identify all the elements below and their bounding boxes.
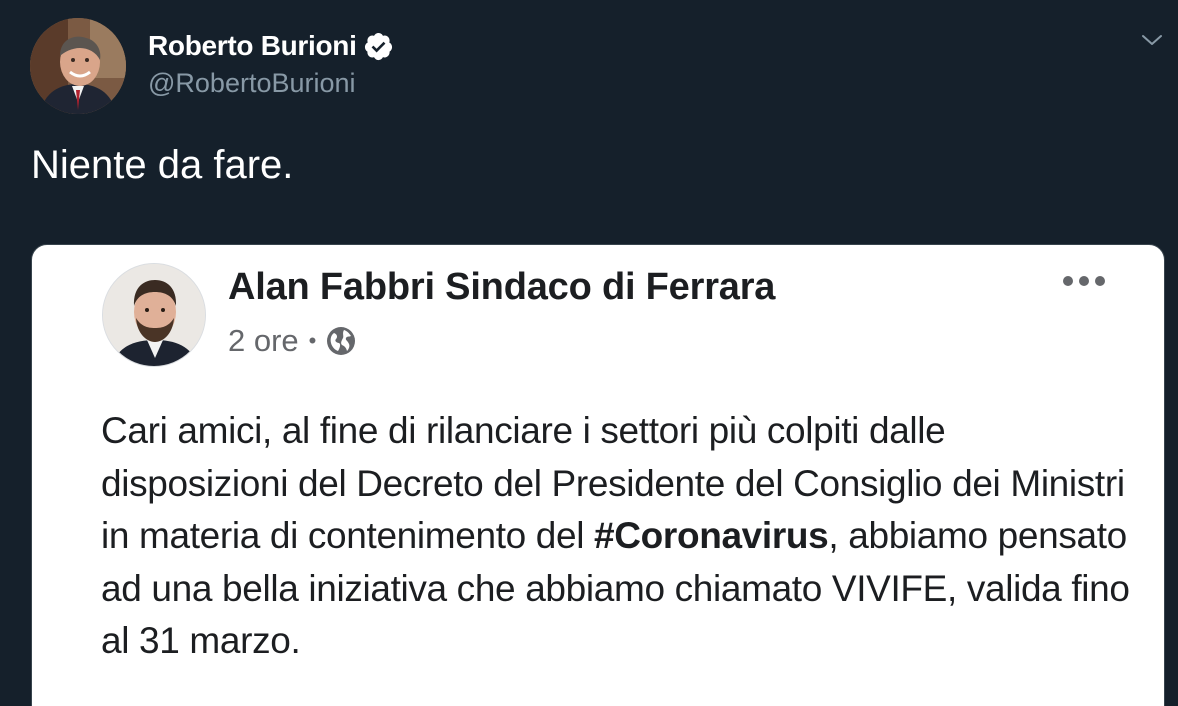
post-meta: 2 ore • — [228, 323, 357, 359]
tweet-text: Niente da fare. — [31, 143, 294, 187]
tweet-view: Roberto Burioni @RobertoBurioni Niente d… — [0, 0, 1178, 706]
embedded-facebook-post-image[interactable]: Alan Fabbri Sindaco di Ferrara 2 ore • C… — [31, 244, 1165, 706]
chevron-down-icon[interactable] — [1140, 28, 1164, 52]
post-author-name: Alan Fabbri Sindaco di Ferrara — [228, 266, 776, 308]
user-names: Roberto Burioni @RobertoBurioni — [148, 18, 394, 100]
author-handle[interactable]: @RobertoBurioni — [148, 66, 394, 100]
post-body: Cari amici, al fine di rilanciare i sett… — [101, 405, 1141, 668]
display-name-row: Roberto Burioni — [148, 29, 394, 63]
avatar-photo — [30, 18, 126, 114]
more-options-icon[interactable] — [1060, 273, 1108, 289]
author-avatar[interactable] — [30, 18, 126, 114]
post-author-avatar — [102, 263, 206, 367]
verified-badge-icon — [364, 32, 392, 60]
post-time: 2 ore — [228, 323, 299, 358]
meta-separator: • — [308, 328, 317, 353]
author-display-name[interactable]: Roberto Burioni — [148, 29, 357, 63]
post-avatar-photo — [103, 264, 205, 366]
tweet-header: Roberto Burioni @RobertoBurioni — [30, 18, 394, 114]
hashtag-coronavirus: #Coronavirus — [594, 515, 829, 556]
globe-icon — [327, 327, 356, 355]
